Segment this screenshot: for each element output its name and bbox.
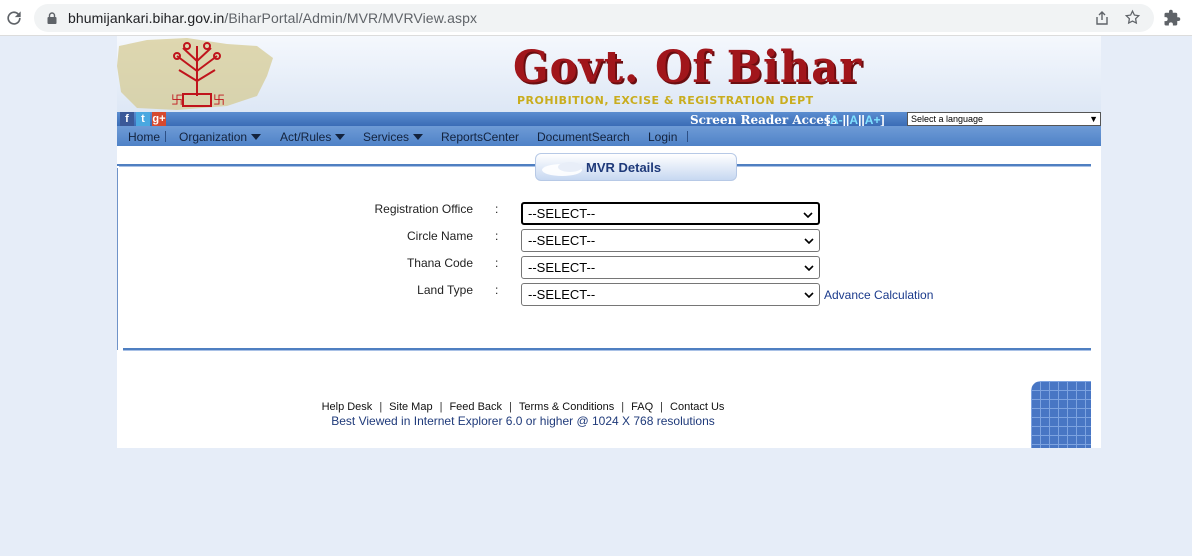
department-subtitle: PROHIBITION, EXCISE & REGISTRATION DEPT	[517, 94, 814, 107]
social-links: f t g+	[120, 112, 166, 126]
footer-link-feedback[interactable]: Feed Back	[449, 401, 502, 413]
thana-code-select[interactable]: --SELECT--	[521, 256, 820, 279]
language-select-value: Select a language	[911, 114, 984, 124]
nav-reports-center[interactable]: ReportsCenter	[441, 130, 519, 144]
chevron-down-icon	[804, 265, 814, 271]
lock-icon[interactable]	[46, 12, 58, 24]
footer-link-site-map[interactable]: Site Map	[389, 401, 432, 413]
main-nav: Home Organization Act/Rules Services Rep…	[117, 126, 1101, 146]
share-icon[interactable]	[1094, 10, 1110, 26]
chevron-down-icon	[803, 212, 813, 218]
nav-act-rules[interactable]: Act/Rules	[280, 130, 346, 144]
header-banner: 卐 卐 Govt. Of Bihar PROHIBITION, EXCISE &…	[117, 36, 1101, 112]
chevron-down-icon	[804, 292, 814, 298]
bookmark-star-icon[interactable]	[1124, 9, 1141, 26]
colon: :	[495, 283, 499, 297]
nav-separator	[165, 131, 166, 142]
url-text: bhumijankari.bihar.gov.in/BiharPortal/Ad…	[68, 10, 478, 26]
cloud-decoration-icon	[542, 162, 582, 176]
form-row-land-type: Land Type : --SELECT-- Advance Calculati…	[117, 283, 1101, 307]
font-size-controls: [A-||A||A+]	[826, 113, 885, 127]
colon: :	[495, 229, 499, 243]
google-plus-icon[interactable]: g+	[152, 112, 166, 126]
footer-separator: |	[660, 401, 664, 413]
form-row-registration-office: Registration Office : --SELECT--	[117, 202, 1101, 226]
nav-act-rules-label: Act/Rules	[280, 130, 332, 144]
page-title: Govt. Of Bihar	[513, 42, 863, 93]
font-normal-button[interactable]: A	[849, 113, 858, 127]
footer-separator: |	[621, 401, 625, 413]
colon: :	[495, 256, 499, 270]
nav-login[interactable]: Login	[648, 130, 677, 144]
land-type-select[interactable]: --SELECT--	[521, 283, 820, 306]
form-row-circle-name: Circle Name : --SELECT--	[117, 229, 1101, 253]
twitter-icon[interactable]: t	[136, 112, 150, 126]
land-type-value: --SELECT--	[528, 287, 596, 302]
footer-link-faq[interactable]: FAQ	[631, 401, 653, 413]
circle-name-select[interactable]: --SELECT--	[521, 229, 820, 252]
caret-down-icon	[251, 134, 262, 140]
nav-separator	[687, 131, 688, 142]
svg-text:卐: 卐	[171, 93, 183, 107]
thana-code-label: Thana Code	[406, 256, 473, 270]
facebook-icon[interactable]: f	[120, 112, 134, 126]
circle-name-label: Circle Name	[406, 229, 473, 243]
extensions-puzzle-icon[interactable]	[1163, 9, 1181, 27]
section-header: MVR Details	[535, 153, 737, 181]
reload-icon[interactable]	[4, 8, 24, 28]
registration-office-label: Registration Office	[374, 202, 474, 216]
address-bar[interactable]: bhumijankari.bihar.gov.in/BiharPortal/Ad…	[34, 4, 1154, 32]
chevron-down-icon	[804, 238, 814, 244]
screen-reader-access-link[interactable]: Screen Reader Access	[690, 113, 837, 127]
nav-organization-label: Organization	[179, 130, 248, 144]
footer-link-terms[interactable]: Terms & Conditions	[519, 401, 614, 413]
nav-document-search[interactable]: DocumentSearch	[537, 130, 630, 144]
corner-grid-decoration	[1031, 381, 1091, 448]
panel-border-bottom-inner	[123, 350, 1091, 351]
registration-office-value: --SELECT--	[528, 206, 596, 221]
circle-name-value: --SELECT--	[528, 233, 596, 248]
footer-separator: |	[509, 401, 512, 413]
page-container: 卐 卐 Govt. Of Bihar PROHIBITION, EXCISE &…	[117, 36, 1101, 448]
footer-link-contact-us[interactable]: Contact Us	[670, 401, 724, 413]
chevron-down-icon: ▼	[1089, 114, 1098, 124]
font-increase-button[interactable]: A+	[865, 113, 881, 127]
form-row-thana-code: Thana Code : --SELECT--	[117, 256, 1101, 280]
nav-organization[interactable]: Organization	[179, 130, 262, 144]
registration-office-select[interactable]: --SELECT--	[521, 202, 820, 225]
language-select[interactable]: Select a language ▼	[907, 112, 1101, 126]
thana-code-value: --SELECT--	[528, 260, 596, 275]
section-title: MVR Details	[586, 160, 662, 175]
advance-calculation-link[interactable]: Advance Calculation	[824, 288, 933, 302]
browser-toolbar: bhumijankari.bihar.gov.in/BiharPortal/Ad…	[0, 0, 1192, 36]
bihar-emblem-logo: 卐 卐	[117, 38, 273, 110]
footer-separator: |	[439, 401, 443, 413]
best-viewed-note: Best Viewed in Internet Explorer 6.0 or …	[331, 414, 715, 428]
font-decrease-button[interactable]: A-	[830, 113, 843, 127]
footer-separator: |	[379, 401, 383, 413]
nav-home[interactable]: Home	[128, 130, 160, 144]
footer-links: Help Desk | Site Map | Feed Back | Terms & Con…	[117, 401, 1101, 413]
nav-services[interactable]: Services	[363, 130, 424, 144]
caret-down-icon	[335, 134, 346, 140]
land-type-label: Land Type	[417, 283, 473, 297]
colon: :	[495, 202, 499, 216]
nav-services-label: Services	[363, 130, 410, 144]
caret-down-icon	[413, 134, 424, 140]
footer-link-help-desk[interactable]: Help Desk	[322, 401, 373, 413]
svg-text:卐: 卐	[213, 93, 225, 107]
